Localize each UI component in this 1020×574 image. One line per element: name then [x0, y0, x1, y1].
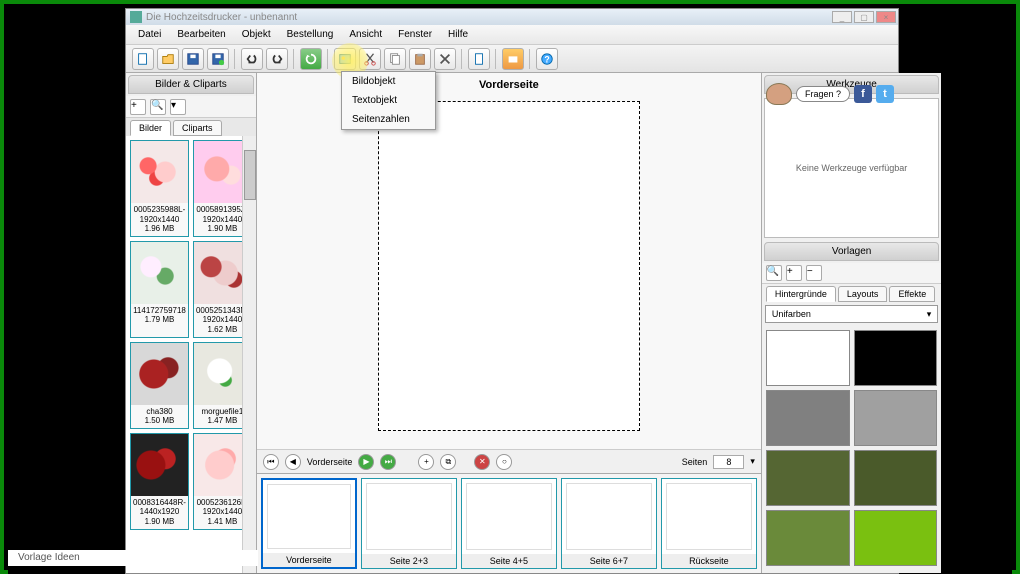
right-panel: Werkzeuge Keine Werkzeuge verfügbar Vorl… [761, 73, 941, 573]
redo-button[interactable] [266, 48, 288, 70]
nav-del-button[interactable]: ✕ [474, 454, 490, 470]
dropdown-seitenzahlen[interactable]: Seitenzahlen [342, 110, 435, 129]
insert-dropdown: Bildobjekt Textobjekt Seitenzahlen [341, 71, 436, 130]
swatch-grid [762, 326, 941, 570]
tpl-add-button[interactable]: + [786, 265, 802, 281]
swatch[interactable] [854, 330, 938, 386]
avatar[interactable] [766, 83, 792, 105]
swatch[interactable] [854, 450, 938, 506]
tab-bilder[interactable]: Bilder [130, 120, 171, 136]
help-button[interactable]: ? [536, 48, 558, 70]
thumbnail[interactable]: cha3801.50 MB [130, 342, 189, 429]
swatch[interactable] [854, 390, 938, 446]
menu-fenster[interactable]: Fenster [390, 27, 440, 42]
dropdown-bildobjekt[interactable]: Bildobjekt [342, 72, 435, 91]
nav-last-button[interactable]: ⏭ [380, 454, 396, 470]
page-card[interactable]: Vorderseite [261, 478, 357, 569]
save-as-button[interactable] [207, 48, 229, 70]
center-panel: Vorderseite ⏮ ◀ Vorderseite ▶ ⏭ + ⧉ ✕ ○ [257, 73, 761, 573]
titlebar: Die Hochzeitsdrucker - unbenannt _ ▢ × [126, 9, 898, 25]
swatch[interactable] [854, 510, 938, 566]
assistant-bubble[interactable]: Fragen ? [796, 86, 850, 102]
tpl-del-button[interactable]: − [806, 265, 822, 281]
open-button[interactable] [157, 48, 179, 70]
nav-clear-button[interactable]: ○ [496, 454, 512, 470]
templates-toolbar: 🔍 + − [762, 263, 941, 284]
menu-bearbeiten[interactable]: Bearbeiten [169, 27, 233, 42]
chevron-down-icon[interactable]: ▾ [750, 456, 755, 467]
swatch[interactable] [766, 330, 850, 386]
templates-header: Vorlagen [764, 242, 939, 261]
maximize-button[interactable]: ▢ [854, 11, 874, 23]
nav-add-button[interactable]: + [418, 454, 434, 470]
menu-objekt[interactable]: Objekt [234, 27, 279, 42]
nav-dup-button[interactable]: ⧉ [440, 454, 456, 470]
page-card[interactable]: Seite 6+7 [561, 478, 657, 569]
nav-first-button[interactable]: ⏮ [263, 454, 279, 470]
footer-text: Vorlage Ideen [8, 550, 258, 566]
left-panel-header: Bilder & Cliparts [128, 75, 254, 94]
facebook-button[interactable]: f [854, 85, 872, 103]
insert-button[interactable] [334, 48, 356, 70]
twitter-button[interactable]: t [876, 85, 894, 103]
page-card[interactable]: Seite 4+5 [461, 478, 557, 569]
canvas-title: Vorderseite [257, 73, 761, 97]
refresh-button[interactable] [300, 48, 322, 70]
tab-cliparts[interactable]: Cliparts [173, 120, 222, 136]
save-button[interactable] [182, 48, 204, 70]
menubar: Datei Bearbeiten Objekt Bestellung Ansic… [126, 25, 898, 45]
nav-prev-button[interactable]: ◀ [285, 454, 301, 470]
left-panel-toolbar: + 🔍 ▾ [126, 96, 256, 118]
tpl-tab-hintergruende[interactable]: Hintergründe [766, 286, 836, 302]
menu-bestellung[interactable]: Bestellung [279, 27, 342, 42]
tpl-zoom-button[interactable]: 🔍 [766, 265, 782, 281]
page-strip: Vorderseite Seite 2+3 Seite 4+5 Seite 6+… [257, 473, 761, 573]
swatch[interactable] [766, 390, 850, 446]
canvas-page[interactable] [378, 101, 640, 431]
thumbnail[interactable]: 0005235988L-1920x14401.96 MB [130, 140, 189, 237]
swatch[interactable] [766, 510, 850, 566]
dropdown-textobjekt[interactable]: Textobjekt [342, 91, 435, 110]
close-button[interactable]: × [876, 11, 896, 23]
thumbnail[interactable]: 1141727597181.79 MB [130, 241, 189, 338]
menu-hilfe[interactable]: Hilfe [440, 27, 476, 42]
page-button[interactable] [468, 48, 490, 70]
copy-button[interactable] [384, 48, 406, 70]
app-window: Die Hochzeitsdrucker - unbenannt _ ▢ × D… [125, 8, 899, 574]
page-card[interactable]: Seite 2+3 [361, 478, 457, 569]
thumbnail[interactable]: 0008316448R-1440x19201.90 MB [130, 433, 189, 530]
undo-button[interactable] [241, 48, 263, 70]
tools-empty: Keine Werkzeuge verfügbar [764, 98, 939, 238]
sort-button[interactable]: ▾ [170, 99, 186, 115]
pages-value: 8 [713, 455, 744, 469]
swatch[interactable] [766, 450, 850, 506]
minimize-button[interactable]: _ [832, 11, 852, 23]
add-folder-button[interactable]: + [130, 99, 146, 115]
menu-datei[interactable]: Datei [130, 27, 169, 42]
new-button[interactable] [132, 48, 154, 70]
tpl-combo[interactable]: Unifarben ▾ [765, 305, 938, 323]
cut-button[interactable] [359, 48, 381, 70]
nav-next-button[interactable]: ▶ [358, 454, 374, 470]
menu-ansicht[interactable]: Ansicht [341, 27, 390, 42]
page-nav: ⏮ ◀ Vorderseite ▶ ⏭ + ⧉ ✕ ○ Seiten 8 ▾ [257, 449, 761, 473]
paste-button[interactable] [409, 48, 431, 70]
window-title: Die Hochzeitsdrucker - unbenannt [146, 12, 297, 23]
toolbar: ? Fragen ? f t [126, 45, 898, 73]
chevron-down-icon: ▾ [927, 309, 932, 320]
tpl-tab-layouts[interactable]: Layouts [838, 286, 888, 302]
thumb-scrollbar[interactable] [242, 136, 256, 573]
order-button[interactable] [502, 48, 524, 70]
svg-text:?: ? [544, 54, 549, 64]
zoom-button[interactable]: 🔍 [150, 99, 166, 115]
nav-current: Vorderseite [307, 457, 353, 467]
page-card[interactable]: Rückseite [661, 478, 757, 569]
delete-button[interactable] [434, 48, 456, 70]
left-panel: Bilder & Cliparts + 🔍 ▾ Bilder Cliparts … [126, 73, 257, 573]
app-icon [130, 11, 142, 23]
pages-label: Seiten [682, 457, 708, 467]
tpl-tab-effekte[interactable]: Effekte [889, 286, 935, 302]
